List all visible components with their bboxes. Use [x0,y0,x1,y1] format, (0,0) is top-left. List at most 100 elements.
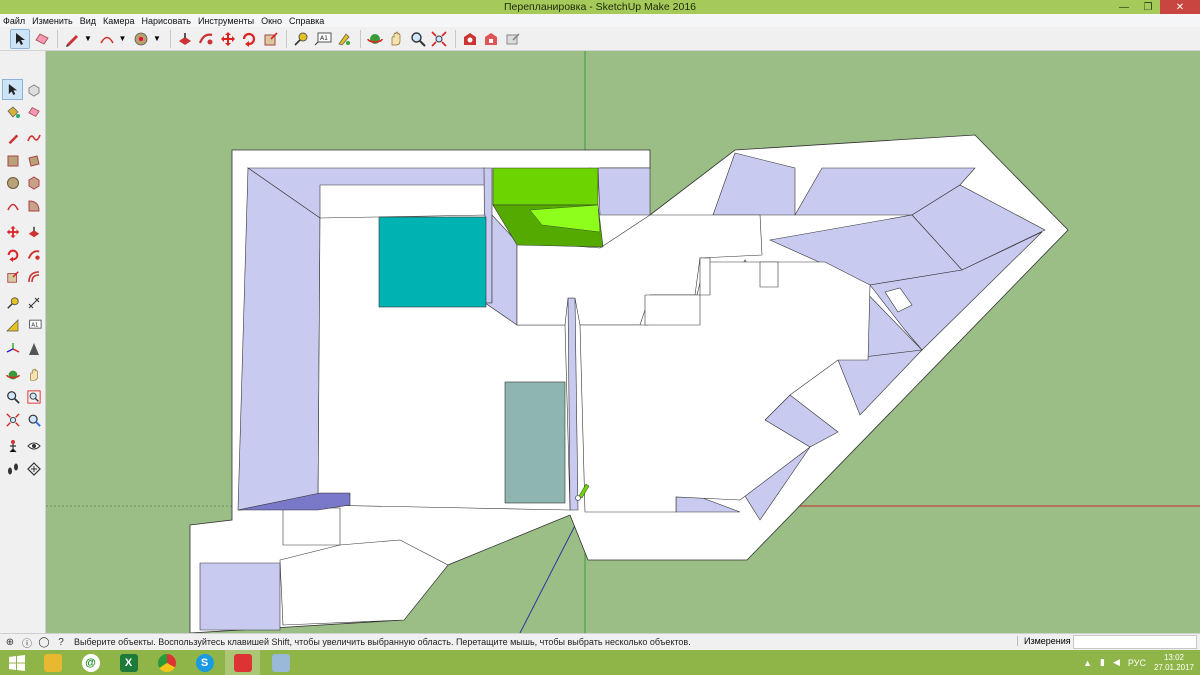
look-around-icon[interactable] [23,435,44,456]
language-indicator[interactable]: РУС [1128,658,1146,668]
model-viewport[interactable] [46,51,1200,633]
clock-date: 27.01.2017 [1153,662,1194,672]
scale-icon[interactable] [2,267,23,288]
follow-me-icon[interactable] [196,29,216,49]
menu-tools[interactable]: Инструменты [198,16,254,26]
clock-time: 13:02 [1163,652,1184,662]
paint-bucket-icon[interactable] [131,29,151,49]
orbit-icon[interactable] [365,29,385,49]
tool-palette: A1 [0,51,46,633]
menu-edit[interactable]: Изменить [32,16,73,26]
dimension-icon[interactable] [23,293,44,314]
move-icon[interactable] [2,222,23,243]
user-icon[interactable]: ◯ [37,635,51,649]
paint-icon[interactable] [263,650,298,675]
zoom-extents-icon[interactable] [429,29,449,49]
minimize-button[interactable]: — [1112,0,1136,14]
walk-icon[interactable] [2,458,23,479]
zoom-icon[interactable] [2,387,23,408]
select-icon[interactable] [10,28,30,49]
axes-icon[interactable] [2,338,23,359]
3d-text-icon[interactable] [23,338,44,359]
warehouse-icon[interactable] [460,29,480,49]
chevron-down-icon[interactable]: ▼ [118,29,127,49]
window-title: Перепланировка - SketchUp Make 2016 [503,1,697,13]
polygon-icon[interactable] [23,173,44,194]
volume-icon[interactable]: ◀ [1113,657,1120,668]
position-camera-icon[interactable] [2,435,23,456]
menu-help[interactable]: Справка [289,16,324,26]
chevron-down-icon[interactable]: ▼ [153,29,162,49]
menu-file[interactable]: Файл [3,16,25,26]
menu-draw[interactable]: Нарисовать [142,16,191,26]
file-explorer-icon[interactable] [35,650,70,675]
text-icon[interactable]: A1 [23,315,44,336]
tray-arrow-icon[interactable]: ▲ [1083,658,1092,668]
pencil-icon[interactable] [62,29,82,49]
help-icon[interactable]: ? [54,635,68,649]
rectangle-icon[interactable] [2,150,23,171]
sketchup-icon[interactable] [225,650,260,675]
geo-location-icon[interactable]: ⊕ [3,635,17,649]
skype-icon[interactable]: S [187,650,222,675]
previous-view-icon[interactable] [23,409,44,430]
measurements-input[interactable] [1073,635,1197,649]
toolbar-separator [454,29,456,48]
teal-rectangle[interactable] [378,216,487,308]
pan-icon[interactable] [23,364,44,385]
follow-me-icon[interactable] [23,244,44,265]
chevron-down-icon[interactable]: ▼ [84,29,93,49]
status-bar: ⊕ ⓘ ◯ ? Выберите объекты. Воспользуйтесь… [0,633,1200,650]
toolbar-separator [359,29,361,48]
protractor-icon[interactable] [2,315,23,336]
component-icon[interactable] [23,79,44,100]
select-icon[interactable] [2,79,23,100]
gray-teal-rectangle[interactable] [504,381,566,504]
circle-icon[interactable] [2,173,23,194]
windows-start-icon[interactable] [2,650,32,675]
paint-icon[interactable] [334,29,354,49]
paint-bucket-icon[interactable] [2,102,23,123]
orbit-icon[interactable] [2,364,23,385]
offset-icon[interactable] [23,267,44,288]
move-icon[interactable] [218,29,238,49]
section-plane-icon[interactable] [23,458,44,479]
eraser-icon[interactable] [23,102,44,123]
toolbar-separator [169,29,171,48]
svg-text:A1: A1 [31,323,38,329]
close-button[interactable]: ✕ [1160,0,1200,14]
excel-icon[interactable]: X [111,650,146,675]
menu-camera[interactable]: Камера [103,16,134,26]
maximize-button[interactable]: ❐ [1136,0,1160,14]
zoom-extents-icon[interactable] [2,409,23,430]
tape-measure-icon[interactable] [2,293,23,314]
zoom-icon[interactable] [408,29,428,49]
zoom-window-icon[interactable] [23,387,44,408]
taskbar: @ X S ▲ ▮ ◀ РУС 13:02 27.01.2017 [0,650,1200,675]
push-pull-icon[interactable] [23,222,44,243]
line-icon[interactable] [2,128,23,149]
pan-icon[interactable] [386,29,406,49]
pie-icon[interactable] [23,195,44,216]
share-icon[interactable] [503,29,523,49]
extension-icon[interactable] [481,29,501,49]
rotated-rectangle-icon[interactable] [23,150,44,171]
credits-icon[interactable]: ⓘ [20,635,34,650]
arc-icon[interactable] [2,195,23,216]
push-pull-icon[interactable] [175,29,195,49]
menu-view[interactable]: Вид [80,16,96,26]
chrome-icon[interactable] [149,650,184,675]
network-icon[interactable]: ▮ [1100,657,1105,668]
freehand-icon[interactable] [23,128,44,149]
eraser-icon[interactable] [32,29,52,49]
text-icon[interactable]: A1 [313,29,333,49]
arc-icon[interactable] [97,29,117,49]
clock[interactable]: 13:02 27.01.2017 [1154,653,1194,673]
toolbar-separator [57,29,58,48]
menu-window[interactable]: Окно [261,16,282,26]
rotate-icon[interactable] [239,29,259,49]
scale-icon[interactable] [261,29,281,49]
mail-agent-icon[interactable]: @ [73,650,108,675]
tape-measure-icon[interactable] [291,29,311,49]
rotate-icon[interactable] [2,244,23,265]
